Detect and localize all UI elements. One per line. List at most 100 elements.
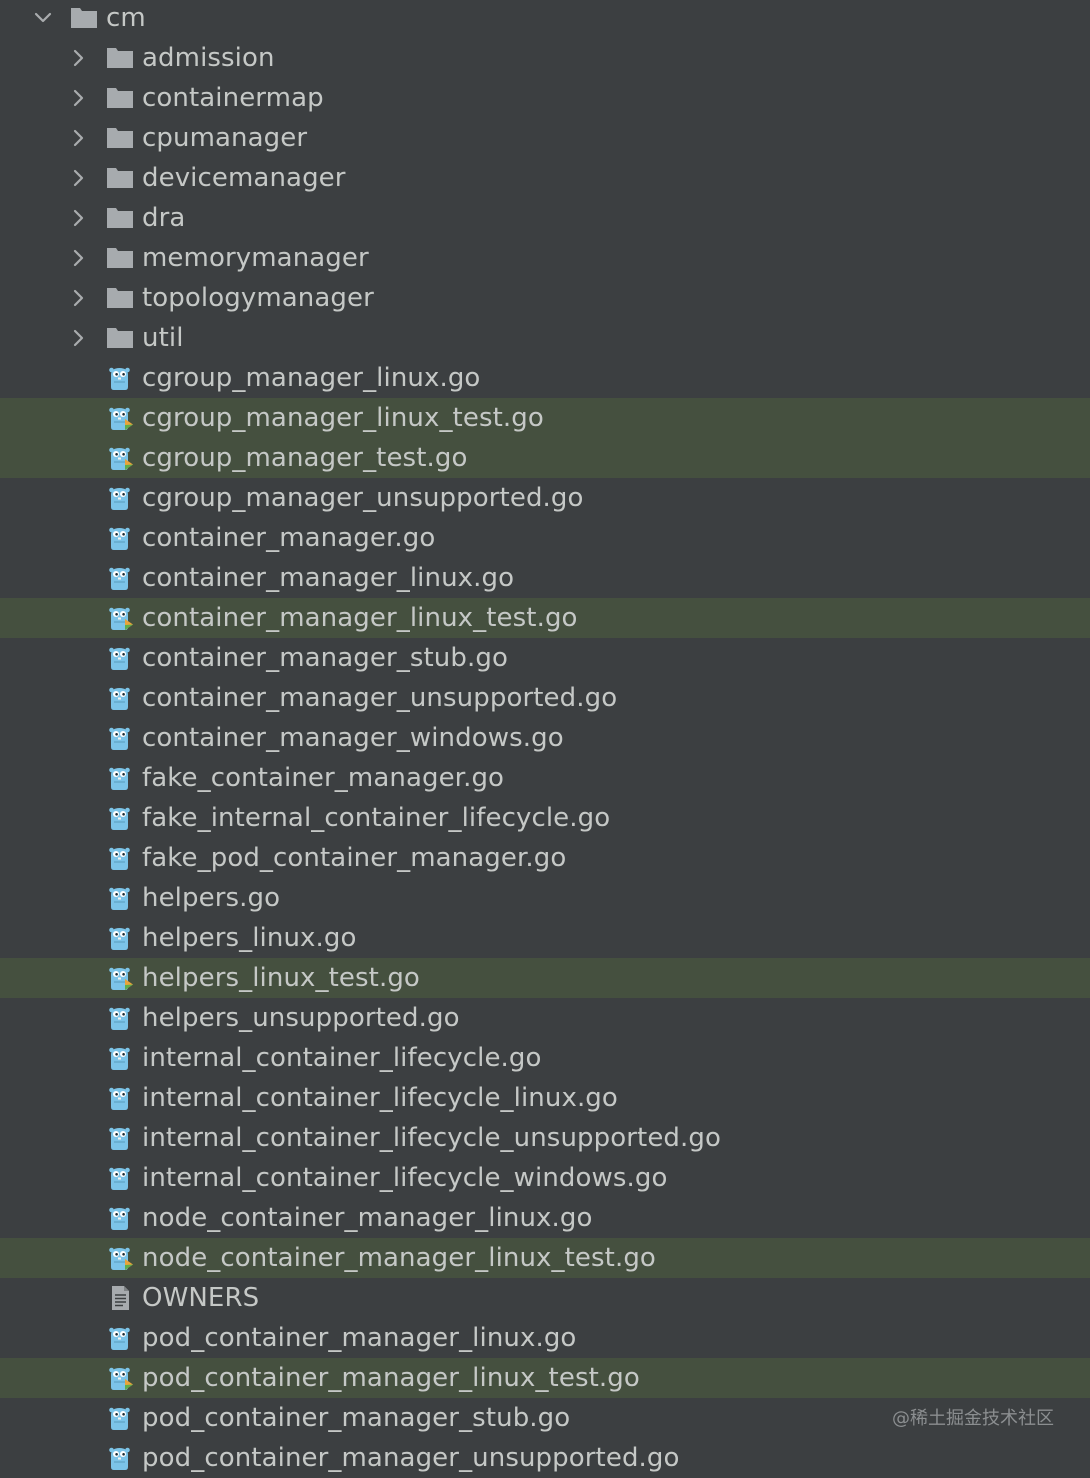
tree-node-file[interactable]: pod_container_manager_linux.go [0,1318,1090,1358]
tree-node-label: helpers_linux.go [142,923,357,953]
chevron-right-icon[interactable] [69,88,89,108]
tree-node-label: pod_container_manager_unsupported.go [142,1443,680,1473]
tree-node-file[interactable]: OWNERS [0,1278,1090,1318]
go-file-icon [109,527,130,550]
tree-node-label: admission [142,43,275,73]
tree-node-folder[interactable]: topologymanager [0,278,1090,318]
chevron-right-icon[interactable] [69,168,89,188]
tree-node-label: helpers_unsupported.go [142,1003,460,1033]
tree-node-label: internal_container_lifecycle_windows.go [142,1163,668,1193]
tree-node-folder[interactable]: dra [0,198,1090,238]
tree-node-label: container_manager_windows.go [142,723,564,753]
project-tree: cm admission containermap cpumanager device… [0,0,1090,1478]
tree-node-label: pod_container_manager_linux.go [142,1323,577,1353]
go-test-file-icon [109,967,133,990]
tree-node-file[interactable]: fake_internal_container_lifecycle.go [0,798,1090,838]
tree-node-test-file[interactable]: cgroup_manager_linux_test.go [0,398,1090,438]
tree-node-file[interactable]: helpers.go [0,878,1090,918]
tree-node-cm[interactable]: cm [0,0,1090,38]
tree-node-file[interactable]: container_manager_linux.go [0,558,1090,598]
go-test-file-icon [109,407,133,430]
tree-node-folder[interactable]: devicemanager [0,158,1090,198]
go-file-icon [109,1207,130,1230]
tree-node-file[interactable]: internal_container_lifecycle.go [0,1038,1090,1078]
tree-node-file[interactable]: cgroup_manager_unsupported.go [0,478,1090,518]
tree-node-file[interactable]: helpers_linux.go [0,918,1090,958]
tree-node-folder[interactable]: containermap [0,78,1090,118]
tree-node-file[interactable]: container_manager.go [0,518,1090,558]
folder-icon [107,88,133,108]
folder-icon [107,248,133,268]
chevron-right-icon[interactable] [69,48,89,68]
tree-node-label: fake_internal_container_lifecycle.go [142,803,611,833]
tree-node-file[interactable]: internal_container_lifecycle_unsupported… [0,1118,1090,1158]
tree-node-file[interactable]: fake_container_manager.go [0,758,1090,798]
tree-node-label: fake_pod_container_manager.go [142,843,567,873]
tree-node-label: cgroup_manager_linux_test.go [142,403,544,433]
folder-icon [107,48,133,68]
tree-node-label: pod_container_manager_linux_test.go [142,1363,640,1393]
tree-node-test-file[interactable]: cgroup_manager_test.go [0,438,1090,478]
tree-node-test-file[interactable]: helpers_linux_test.go [0,958,1090,998]
go-file-icon [109,927,130,950]
go-file-icon [109,847,130,870]
tree-node-file[interactable]: fake_pod_container_manager.go [0,838,1090,878]
folder-icon [107,328,133,348]
tree-node-label: cpumanager [142,123,308,153]
chevron-right-icon[interactable] [69,288,89,308]
folder-icon [107,208,133,228]
tree-node-file[interactable]: node_container_manager_linux.go [0,1198,1090,1238]
tree-node-file[interactable]: pod_container_manager_unsupported.go [0,1438,1090,1478]
tree-node-label: devicemanager [142,163,346,193]
go-file-icon [109,367,130,390]
chevron-down-icon[interactable] [33,8,53,28]
tree-node-label: internal_container_lifecycle_linux.go [142,1083,618,1113]
chevron-right-icon[interactable] [69,328,89,348]
tree-node-label: memorymanager [142,243,369,273]
go-file-icon [109,1127,130,1150]
tree-node-label: container_manager_stub.go [142,643,508,673]
chevron-right-icon[interactable] [69,128,89,148]
tree-node-label: internal_container_lifecycle.go [142,1043,542,1073]
tree-node-file[interactable]: cgroup_manager_linux.go [0,358,1090,398]
go-file-icon [109,647,130,670]
tree-node-folder[interactable]: memorymanager [0,238,1090,278]
tree-node-label: internal_container_lifecycle_unsupported… [142,1123,722,1153]
go-file-icon [109,807,130,830]
tree-node-label: helpers.go [142,883,281,913]
go-test-file-icon [109,1367,133,1390]
tree-node-file[interactable]: internal_container_lifecycle_windows.go [0,1158,1090,1198]
tree-node-label: node_container_manager_linux_test.go [142,1243,656,1273]
tree-node-file[interactable]: container_manager_windows.go [0,718,1090,758]
go-test-file-icon [109,1247,133,1270]
tree-node-folder[interactable]: cpumanager [0,118,1090,158]
tree-node-label: cgroup_manager_unsupported.go [142,483,584,513]
tree-node-label: cgroup_manager_test.go [142,443,468,473]
go-file-icon [109,567,130,590]
tree-node-test-file[interactable]: node_container_manager_linux_test.go [0,1238,1090,1278]
go-file-icon [109,727,130,750]
tree-node-label: pod_container_manager_stub.go [142,1403,571,1433]
tree-node-file[interactable]: internal_container_lifecycle_linux.go [0,1078,1090,1118]
go-file-icon [109,1047,130,1070]
tree-node-label: container_manager_linux.go [142,563,515,593]
tree-node-label: container_manager_linux_test.go [142,603,578,633]
tree-node-file[interactable]: container_manager_stub.go [0,638,1090,678]
go-test-file-icon [109,447,133,470]
go-file-icon [109,767,130,790]
tree-node-folder[interactable]: admission [0,38,1090,78]
chevron-right-icon[interactable] [69,208,89,228]
tree-node-file[interactable]: helpers_unsupported.go [0,998,1090,1038]
tree-node-folder[interactable]: util [0,318,1090,358]
go-file-icon [109,1167,130,1190]
folder-icon [71,8,97,28]
tree-node-file[interactable]: container_manager_unsupported.go [0,678,1090,718]
chevron-right-icon[interactable] [69,248,89,268]
tree-node-test-file[interactable]: pod_container_manager_linux_test.go [0,1358,1090,1398]
tree-node-label: node_container_manager_linux.go [142,1203,593,1233]
tree-node-label: cm [106,3,146,33]
tree-node-label: container_manager_unsupported.go [142,683,618,713]
go-file-icon [109,1087,130,1110]
go-file-icon [109,687,130,710]
tree-node-test-file[interactable]: container_manager_linux_test.go [0,598,1090,638]
